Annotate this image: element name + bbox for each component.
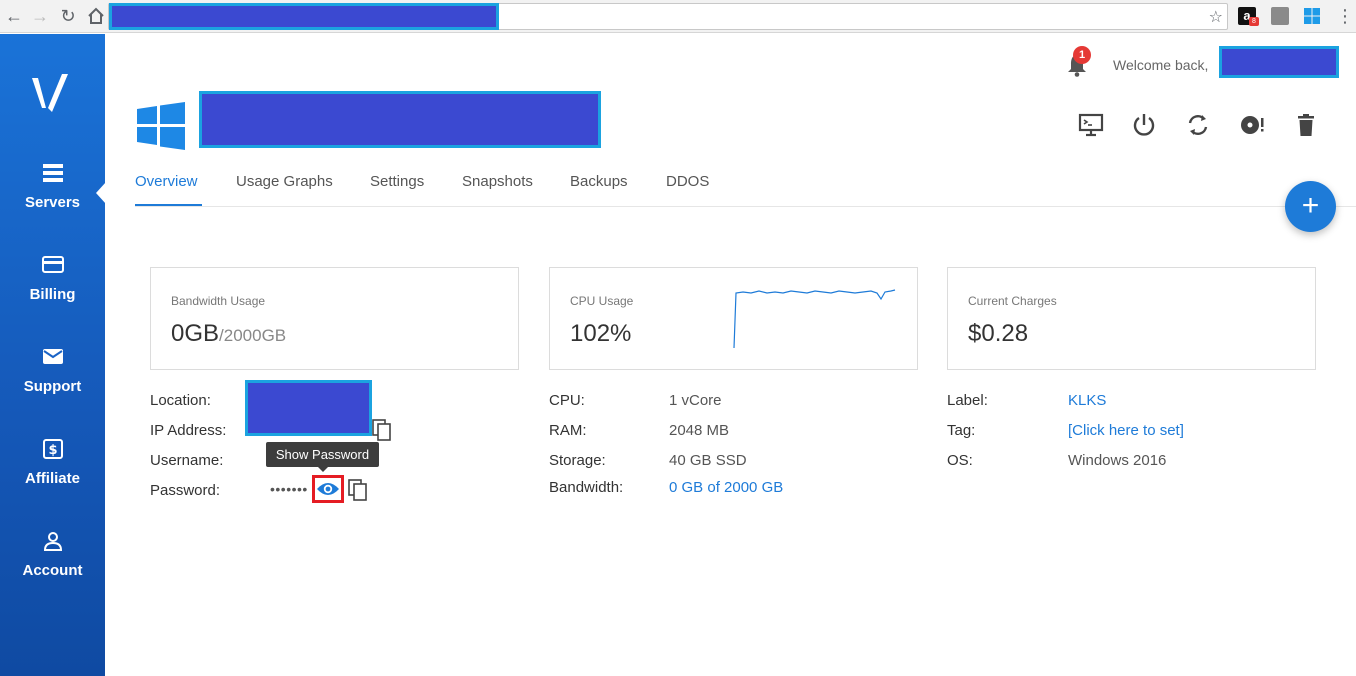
- forward-arrow-icon[interactable]: →: [28, 4, 52, 28]
- extension-badge: 8: [1249, 17, 1259, 26]
- current-charges-card: Current Charges $0.28: [947, 267, 1316, 370]
- tab-backups[interactable]: Backups: [570, 173, 628, 190]
- set-tag-link[interactable]: [Click here to set]: [1068, 422, 1184, 439]
- password-label: Password:: [150, 482, 221, 499]
- password-masked: •••••••: [270, 481, 308, 497]
- restart-icon[interactable]: [1185, 112, 1211, 138]
- bandwidth-used: 0GB: [171, 320, 220, 347]
- username-label: Username:: [150, 452, 224, 469]
- card-value: 102%: [570, 320, 632, 347]
- card-title: Current Charges: [968, 294, 1057, 308]
- card-value: 0GB/2000GB: [171, 320, 286, 348]
- ram-label: RAM:: [549, 422, 587, 439]
- windows-os-icon: [137, 102, 185, 150]
- credit-card-icon: [41, 256, 64, 273]
- card-value: $0.28: [968, 320, 1029, 347]
- add-server-button[interactable]: +: [1285, 181, 1336, 232]
- cpu-value: 1 vCore: [669, 392, 722, 409]
- card-title: Bandwidth Usage: [171, 294, 266, 308]
- sidebar-item-label: Servers: [24, 194, 81, 211]
- storage-value: 40 GB SSD: [669, 452, 747, 469]
- sidebar-item-billing[interactable]: Billing: [0, 254, 105, 304]
- cpu-label: CPU:: [549, 392, 585, 409]
- sidebar-item-support[interactable]: Support: [0, 346, 105, 396]
- divider: [135, 206, 1356, 207]
- delete-trash-icon[interactable]: [1293, 112, 1319, 138]
- sidebar-item-label: Billing: [29, 286, 76, 303]
- power-icon[interactable]: [1131, 112, 1157, 138]
- vultr-logo[interactable]: [28, 70, 74, 116]
- storage-label: Storage:: [549, 452, 606, 469]
- bandwidth-total: /2000GB: [219, 326, 287, 345]
- sidebar-item-label: Affiliate: [24, 470, 80, 487]
- ram-value: 2048 MB: [669, 422, 730, 439]
- os-label: OS:: [947, 452, 973, 469]
- browser-menu-icon[interactable]: ⋮: [1336, 5, 1354, 27]
- tag-label: Tag:: [947, 422, 976, 439]
- os-value: Windows 2016: [1068, 452, 1167, 469]
- browser-toolbar: ← → ↻ ☆ a 8 ⋮: [0, 0, 1356, 33]
- tab-snapshots[interactable]: Snapshots: [462, 173, 533, 190]
- tab-usage-graphs[interactable]: Usage Graphs: [236, 173, 333, 190]
- console-icon[interactable]: [1078, 112, 1104, 138]
- sidebar-item-account[interactable]: Account: [0, 530, 105, 580]
- sidebar-item-label: Account: [22, 562, 83, 579]
- iso-disc-icon[interactable]: [1239, 112, 1265, 138]
- tab-ddos[interactable]: DDOS: [666, 173, 709, 190]
- server-label-link[interactable]: KLKS: [1068, 392, 1106, 409]
- bandwidth-usage-card: Bandwidth Usage 0GB/2000GB: [150, 267, 519, 370]
- redacted-username: [1219, 46, 1339, 78]
- sidebar-item-affiliate[interactable]: $ Affiliate: [0, 438, 105, 488]
- redacted-location-ip: [245, 380, 372, 436]
- copy-password-icon[interactable]: [348, 479, 368, 501]
- show-password-tooltip: Show Password: [266, 442, 379, 467]
- person-icon: [43, 532, 62, 551]
- envelope-icon: [42, 349, 63, 364]
- card-title: CPU Usage: [570, 294, 634, 308]
- sidebar-item-servers[interactable]: Servers: [0, 162, 105, 212]
- tab-overview[interactable]: Overview: [135, 173, 198, 190]
- notification-count-badge: 1: [1073, 46, 1091, 64]
- location-label: Location:: [150, 392, 211, 409]
- cpu-usage-sparkline: [733, 289, 896, 349]
- dollar-icon: $: [42, 439, 63, 459]
- cpu-usage-card: CPU Usage 102%: [549, 267, 918, 370]
- svg-text:$: $: [48, 443, 57, 458]
- eye-icon[interactable]: [316, 480, 340, 498]
- redacted-server-name: [199, 91, 601, 148]
- reload-icon[interactable]: ↻: [56, 4, 80, 28]
- back-arrow-icon[interactable]: ←: [2, 4, 26, 28]
- server-label-label: Label:: [947, 392, 988, 409]
- bandwidth-label: Bandwidth:: [549, 479, 624, 496]
- bandwidth-link[interactable]: 0 GB of 2000 GB: [669, 479, 783, 496]
- tooltip-arrow: [318, 467, 328, 472]
- extension-icon[interactable]: [1271, 7, 1289, 25]
- home-icon[interactable]: [84, 4, 108, 28]
- address-bar[interactable]: ☆: [108, 3, 1228, 30]
- tab-settings[interactable]: Settings: [370, 173, 424, 190]
- redacted-url: [109, 3, 499, 30]
- copy-ip-icon[interactable]: [372, 419, 392, 441]
- sidebar: Servers Billing Support $ Affiliate Acco…: [0, 34, 106, 676]
- sidebar-item-label: Support: [23, 378, 82, 395]
- bookmark-star-icon[interactable]: ☆: [1209, 7, 1223, 27]
- server-icon: [42, 164, 63, 182]
- ip-address-label: IP Address:: [150, 422, 227, 439]
- active-indicator: [96, 182, 106, 204]
- windows-extension-icon[interactable]: [1303, 7, 1321, 25]
- welcome-text: Welcome back,: [1113, 57, 1209, 73]
